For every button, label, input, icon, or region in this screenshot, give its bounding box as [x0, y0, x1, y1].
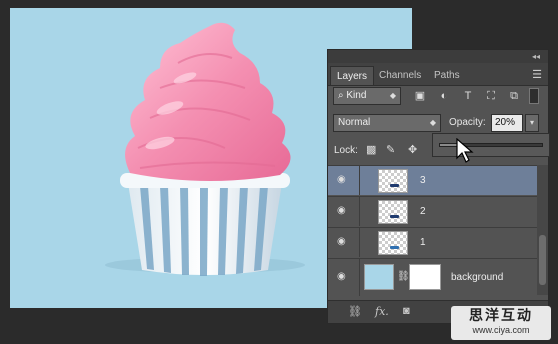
collapse-panel-icon[interactable]: ◂◂ — [532, 50, 540, 63]
tab-layers[interactable]: Layers — [330, 66, 375, 85]
background-thumbnail — [364, 264, 394, 290]
search-icon: ⌕ — [338, 90, 344, 101]
layers-panel: ◂◂ Layers Channels Paths ☰ ⌕ Kind ◆ ▣ ◐ … — [327, 49, 549, 324]
watermark-logo: 思洋互动 www.ciya.com — [451, 306, 551, 340]
layer-thumbnail — [378, 200, 408, 224]
chevron-updown-icon: ◆ — [389, 91, 396, 100]
layer-thumbnail — [378, 231, 408, 255]
chevron-down-icon: ▾ — [529, 118, 534, 127]
link-layers-icon[interactable]: ⛓ — [348, 305, 362, 318]
layer-name: background — [451, 272, 504, 283]
panel-tabs: Layers Channels Paths ☰ — [328, 63, 548, 86]
shape-filter-icon[interactable]: ⛶ — [483, 88, 499, 104]
mouse-cursor-icon — [456, 138, 474, 163]
fx-icon[interactable]: fx. — [375, 305, 389, 318]
visibility-cell[interactable]: ◉ — [328, 166, 360, 195]
filter-row: ⌕ Kind ◆ ▣ ◐ T ⛶ ⧉ — [328, 86, 548, 108]
lock-image-pixels-icon[interactable]: ✎ — [386, 143, 395, 156]
watermark-title: 思洋互动 — [469, 307, 533, 323]
layers-scrollbar[interactable] — [537, 165, 548, 295]
eye-icon[interactable]: ◉ — [337, 271, 346, 282]
panel-menu-icon[interactable]: ☰ — [532, 68, 542, 81]
opacity-dropdown-button[interactable]: ▾ — [525, 114, 539, 132]
visibility-cell[interactable]: ◉ — [328, 259, 360, 296]
lock-transparent-pixels-icon[interactable]: ▩ — [366, 143, 376, 156]
lock-position-icon[interactable]: ✥ — [408, 143, 417, 156]
scrollbar-thumb[interactable] — [539, 235, 546, 285]
blend-mode-label: Normal — [338, 117, 371, 128]
panel-topbar: ◂◂ — [328, 50, 548, 63]
add-mask-icon[interactable]: ◙ — [403, 305, 410, 317]
smart-object-filter-icon[interactable]: ⧉ — [506, 88, 522, 104]
pixel-filter-icon[interactable]: ▣ — [412, 88, 428, 104]
layer-row-background[interactable]: ◉ ⛓ background — [328, 258, 538, 296]
eye-icon[interactable]: ◉ — [337, 236, 346, 247]
layer-mask-thumbnail[interactable] — [409, 264, 441, 290]
layer-name: 3 — [420, 175, 426, 186]
layer-name: 1 — [420, 237, 426, 248]
opacity-input[interactable]: 20% — [491, 114, 523, 132]
tab-channels[interactable]: Channels — [373, 66, 427, 85]
blend-mode-select[interactable]: Normal ◆ — [333, 114, 441, 132]
lock-label: Lock: — [334, 145, 358, 156]
filter-kind-label: Kind — [346, 90, 367, 101]
filter-toggle-switch[interactable] — [529, 88, 539, 104]
eye-icon[interactable]: ◉ — [337, 205, 346, 216]
layer-row-1[interactable]: ◉ 1 — [328, 227, 538, 257]
tab-paths[interactable]: Paths — [428, 66, 466, 85]
chain-link-icon[interactable]: ⛓ — [397, 271, 410, 282]
layer-name: 2 — [420, 206, 426, 217]
eye-icon[interactable]: ◉ — [337, 174, 346, 185]
chevron-updown-icon: ◆ — [429, 118, 436, 127]
type-filter-icon[interactable]: T — [460, 88, 476, 104]
visibility-cell[interactable]: ◉ — [328, 228, 360, 257]
opacity-label: Opacity: — [449, 117, 486, 128]
adjustment-filter-icon[interactable]: ◐ — [436, 88, 452, 104]
visibility-cell[interactable]: ◉ — [328, 197, 360, 226]
opacity-slider-popup — [432, 133, 550, 157]
layer-thumbnail — [378, 169, 408, 193]
layer-row-3[interactable]: ◉ 3 — [328, 165, 538, 195]
blend-row: Normal ◆ Opacity: 20% ▾ — [328, 113, 548, 135]
filter-kind-select[interactable]: ⌕ Kind ◆ — [333, 87, 401, 105]
watermark-url: www.ciya.com — [472, 325, 530, 335]
layer-row-2[interactable]: ◉ 2 — [328, 196, 538, 226]
